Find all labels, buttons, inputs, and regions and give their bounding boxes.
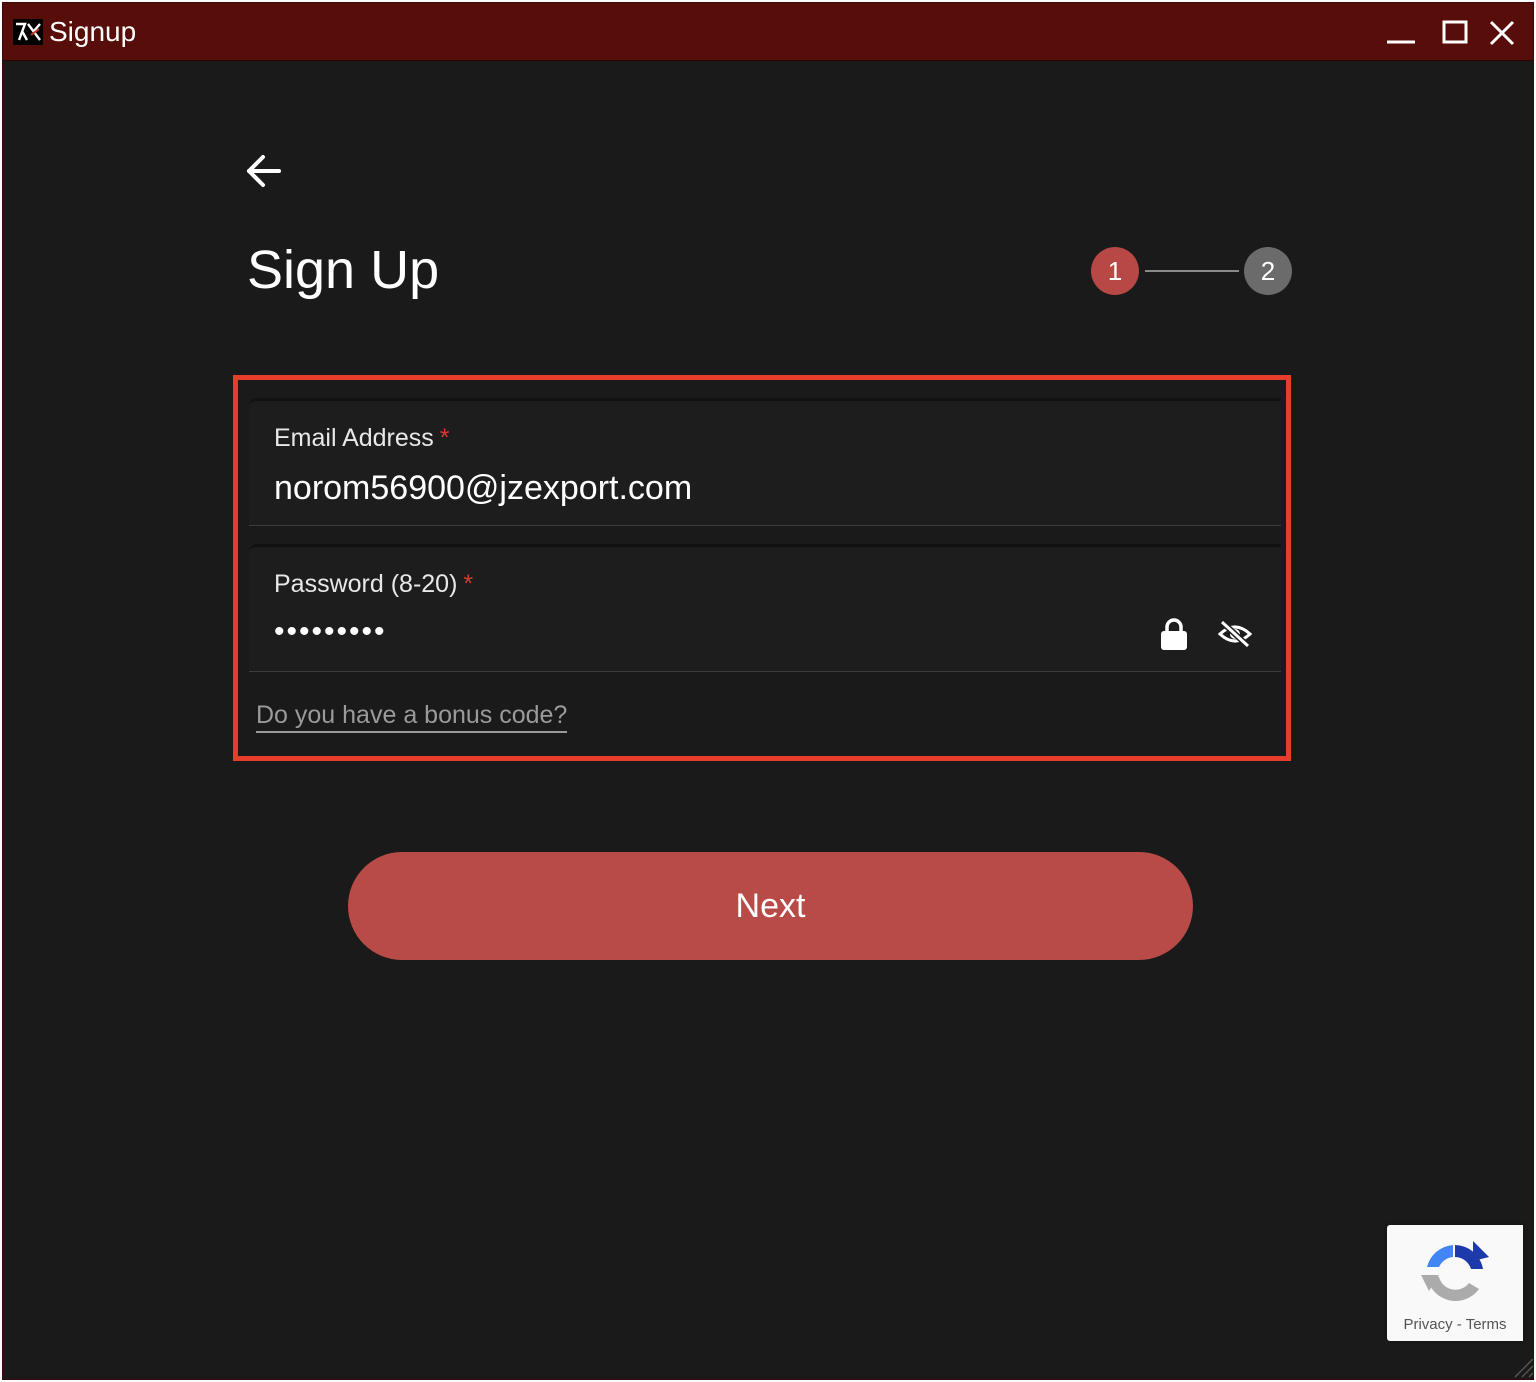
email-label: Email Address * (274, 424, 450, 452)
arrow-left-icon[interactable] (243, 151, 287, 191)
required-mark: * (463, 570, 474, 598)
signup-window: Signup Sign Up 1 2 Email Address* Passwo… (2, 2, 1534, 1380)
minimize-icon[interactable] (1385, 17, 1417, 49)
bonus-code-link[interactable]: Do you have a bonus code? (256, 699, 568, 733)
privacy-link[interactable]: Privacy (1403, 1316, 1452, 1333)
recaptcha-links: Privacy - Terms (1387, 1315, 1523, 1335)
step-1-indicator: 1 (1091, 247, 1139, 295)
page-title: Sign Up (247, 240, 440, 300)
title-bar[interactable]: Signup (3, 3, 1533, 61)
password-label: Password (8-20) * (274, 570, 474, 598)
password-field[interactable]: Password (8-20) * ••••••••• (249, 544, 1281, 672)
step-connector (1145, 270, 1239, 272)
link-separator: - (1452, 1316, 1466, 1333)
window-title: Signup (49, 16, 137, 47)
recaptcha-badge[interactable]: Privacy - Terms (1387, 1225, 1523, 1341)
step-2-indicator: 2 (1244, 247, 1292, 295)
app-logo-icon (13, 19, 43, 45)
recaptcha-icon (1421, 1241, 1489, 1301)
resize-grip-icon[interactable] (1511, 1355, 1534, 1379)
email-field[interactable]: Email Address * (249, 398, 1281, 526)
eye-off-icon[interactable] (1217, 619, 1253, 649)
maximize-icon[interactable] (1439, 17, 1471, 49)
next-button[interactable]: Next (348, 852, 1193, 960)
email-input[interactable] (274, 467, 1134, 509)
close-icon[interactable] (1486, 17, 1518, 49)
password-input[interactable]: ••••••••• (274, 611, 1134, 653)
required-mark: * (439, 424, 450, 452)
terms-link[interactable]: Terms (1466, 1316, 1507, 1333)
lock-icon (1161, 618, 1187, 650)
